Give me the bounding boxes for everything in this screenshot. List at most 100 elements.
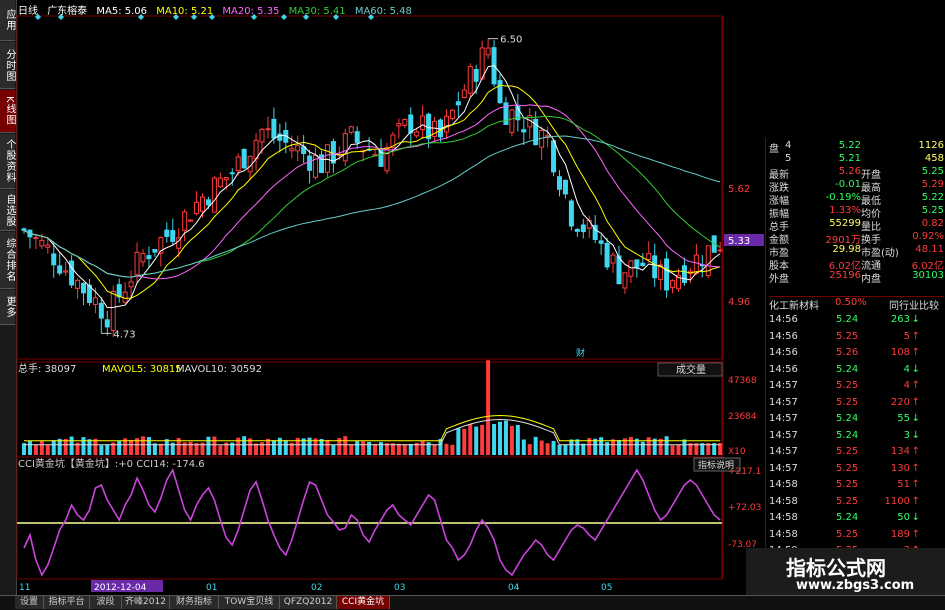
volume-bar-97 — [599, 437, 604, 455]
mavol10-label: MAVOL10: 30592 — [176, 364, 262, 375]
tick-t: 14:58 — [769, 495, 798, 507]
tick-v: 108 — [890, 347, 910, 358]
bottom-tab-4[interactable]: 财务指标 — [170, 596, 219, 609]
quote-row: 最新 5.26 开盘 5.25 — [769, 166, 944, 181]
low-price-label: 4.73 — [113, 329, 135, 340]
left-tab-2[interactable]: K线图 — [0, 90, 15, 133]
candle-body-63 — [396, 123, 402, 127]
price-axis-1: 5.62 — [728, 184, 750, 195]
left-tab-3[interactable]: 个股资料 — [0, 134, 15, 189]
tick-t: 14:57 — [769, 413, 798, 424]
candle-body-76 — [473, 69, 479, 82]
left-tab-6[interactable]: 更多 — [0, 290, 15, 325]
volume-bar-51 — [325, 439, 330, 455]
tick-p: 5.25 — [836, 380, 859, 391]
arrow-up-icon: ↑ — [911, 528, 920, 540]
bottom-tab-3[interactable]: 齐峰2012 — [122, 596, 170, 609]
volume-bar-1 — [27, 441, 32, 455]
bottom-tab-0[interactable]: 设置 — [15, 596, 44, 609]
arrow-up-icon: ↑ — [911, 330, 920, 342]
quote-row: 涨幅 -0.19% 最低 5.22 — [769, 192, 944, 207]
quote-rv: 5.25 — [921, 205, 944, 216]
tick-p: 5.24 — [836, 314, 859, 325]
volume-bar-79 — [492, 424, 497, 455]
arrow-up-icon: ↑ — [911, 347, 920, 358]
volume-bar-4 — [45, 445, 50, 455]
candle-body-13 — [98, 302, 104, 319]
candle-body-108 — [664, 258, 670, 291]
candle-body-77 — [479, 47, 485, 80]
candle-body-2 — [33, 236, 39, 240]
candle-body-94 — [580, 224, 586, 233]
bottom-tab-5[interactable]: TOW宝贝线 — [219, 596, 280, 609]
cci-axis-2: +72.03 — [728, 503, 761, 513]
current-price-text: 5.33 — [728, 236, 750, 247]
candle-body-20 — [140, 252, 146, 263]
candle-body-12 — [92, 297, 98, 305]
volume-bar-40 — [260, 442, 264, 455]
volume-bar-89 — [551, 440, 556, 455]
candle-body-34 — [223, 177, 229, 181]
tick-t: 14:57 — [769, 380, 798, 391]
quote-row: 金额 2901万 换手 0.92% — [769, 231, 944, 246]
bottom-tab-6[interactable]: QFZQ2012 — [280, 596, 337, 609]
candle-body-25 — [170, 230, 176, 242]
tick-row: 14:58 5.24 50 ↓ — [766, 512, 945, 527]
ma5-line — [23, 64, 721, 309]
ma5-label: MA5: 5.06 — [96, 6, 148, 17]
candle-body-0 — [21, 228, 27, 231]
volume-bar-54 — [343, 436, 348, 455]
period-label: 日线 — [18, 6, 38, 17]
left-tab-4[interactable]: 自选股 — [0, 190, 15, 231]
candle-body-51 — [324, 144, 330, 173]
volume-bar-99 — [611, 439, 616, 455]
volume-bar-69 — [432, 444, 437, 455]
left-tab-0[interactable]: 应用 — [0, 0, 15, 41]
candle-body-54 — [342, 133, 348, 162]
quote-v: 55299 — [829, 218, 861, 229]
date-label-3: 03 — [394, 583, 405, 593]
left-tab-5[interactable]: 综合排名 — [0, 232, 15, 289]
candle-body-72 — [449, 109, 455, 120]
ma10-label: MA10: 5.21 — [156, 6, 214, 17]
arrow-down-icon: ↓ — [911, 314, 920, 325]
bottom-tab-7[interactable]: CCI黄金坑 — [337, 596, 390, 609]
price-axis-3: 4.96 — [728, 297, 750, 308]
candle-body-103 — [634, 259, 640, 268]
arrow-up-icon: ↑ — [911, 380, 920, 391]
volume-bar-44 — [283, 440, 288, 455]
kline-chart[interactable]: 6.50 4.73 财 5.62 5.33 4.96 总手: 38097 MAVOL5: 30… — [16, 0, 766, 595]
candle-body-82 — [509, 109, 515, 133]
volume-bar-21 — [146, 437, 151, 455]
industry-row[interactable]: 化工新材料 0.50% 同行业比较 — [769, 296, 944, 312]
volume-bar-81 — [503, 420, 508, 455]
tick-t: 14:57 — [769, 446, 798, 457]
volume-bar-27 — [182, 442, 187, 455]
candle-body-105 — [646, 253, 652, 261]
tick-t: 14:57 — [769, 429, 798, 441]
watermark-title: 指标公式网 — [786, 556, 886, 580]
left-tab-1[interactable]: 分时图 — [0, 42, 15, 89]
candle-body-99 — [610, 254, 616, 264]
quote-rv: 48.11 — [915, 244, 944, 255]
candle-body-73 — [455, 101, 461, 106]
candle-body-89 — [551, 140, 557, 173]
candle-body-10 — [81, 282, 86, 294]
volume-bar-110 — [676, 444, 681, 455]
quote-v: -0.01 — [835, 179, 861, 190]
tick-v: 1100 — [884, 495, 910, 507]
candle-body-61 — [384, 146, 390, 172]
tick-p: 5.25 — [836, 462, 859, 474]
volume-bar-68 — [426, 442, 431, 455]
tick-p: 5.25 — [836, 330, 859, 342]
volume-bar-14 — [105, 444, 110, 455]
selected-date: 2012-12-04 — [94, 583, 147, 593]
tick-v: 134 — [890, 446, 910, 457]
compare-link[interactable]: 同行业比较 — [889, 297, 939, 312]
volume-bar-2 — [33, 444, 38, 455]
volume-bar-13 — [99, 445, 104, 455]
volume-bar-60 — [379, 442, 383, 455]
bottom-tab-2[interactable]: 波段 — [90, 596, 122, 609]
tick-t: 14:56 — [769, 330, 798, 342]
bottom-tab-1[interactable]: 指标平台 — [44, 596, 90, 609]
